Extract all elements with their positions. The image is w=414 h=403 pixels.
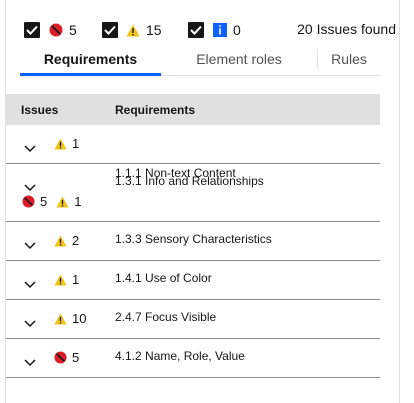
requirement-link[interactable]: 1.4.1 Use of Color [115, 271, 212, 285]
tab-rules[interactable]: Rules [318, 45, 380, 77]
warning-count: 1 [72, 136, 80, 151]
table-row[interactable]: 5 1 1.3.1 Info and Relationships [6, 164, 380, 222]
warning-icon [54, 273, 67, 286]
chevron-down-icon[interactable] [24, 140, 36, 158]
requirement-link[interactable]: 1.3.1 Info and Relationships [115, 174, 264, 188]
header-requirements: Requirements [115, 103, 196, 117]
violation-icon [54, 351, 67, 364]
violation-icon [49, 23, 63, 37]
chevron-down-icon[interactable] [24, 237, 36, 255]
view-tabs: Requirements Element roles Rules [20, 45, 380, 77]
info-icon [213, 23, 227, 37]
violation-count: 5 [40, 194, 48, 209]
filter-warnings[interactable]: 15 [102, 20, 162, 40]
table-row[interactable]: 10 2.4.7 Focus Visible [6, 300, 380, 339]
table-row[interactable]: 1 1.1.1 Non-text Content [6, 125, 380, 180]
row-issue-counts: 1 [54, 272, 88, 287]
checkbox-info[interactable] [188, 22, 204, 38]
warnings-count: 15 [146, 22, 162, 38]
warning-count: 1 [74, 194, 82, 209]
warning-count: 1 [72, 272, 80, 287]
row-issue-counts: 10 [54, 311, 95, 326]
requirement-link[interactable]: 2.4.7 Focus Visible [115, 310, 216, 324]
violation-count: 5 [72, 350, 80, 365]
requirement-link[interactable]: 1.3.3 Sensory Characteristics [115, 232, 272, 246]
tab-element-roles[interactable]: Element roles [161, 45, 317, 77]
filter-info[interactable]: 0 [188, 20, 241, 40]
table-row[interactable]: 1 1.4.1 Use of Color [6, 261, 380, 300]
violations-count: 5 [69, 22, 77, 38]
panel-right-border [399, 0, 400, 403]
requirements-table: Issues Requirements 1 1.1.1 Non-text Con… [6, 94, 380, 378]
filter-bar: 5 15 0 20 Issues found [0, 0, 414, 42]
warning-icon [54, 234, 67, 247]
checkbox-warnings[interactable] [102, 22, 118, 38]
checkbox-violations[interactable] [24, 22, 40, 38]
table-header: Issues Requirements [6, 94, 380, 125]
warning-count: 10 [72, 311, 87, 326]
header-issues: Issues [21, 103, 59, 117]
info-count: 0 [233, 22, 241, 38]
chevron-down-icon[interactable] [24, 354, 36, 372]
requirement-link[interactable]: 4.1.2 Name, Role, Value [115, 349, 245, 363]
row-issue-counts: 5 [54, 350, 88, 365]
table-row[interactable]: 2 1.3.3 Sensory Characteristics [6, 222, 380, 261]
filter-violations[interactable]: 5 [24, 20, 77, 40]
warning-count: 2 [72, 233, 80, 248]
table-row[interactable]: 5 4.1.2 Name, Role, Value [6, 339, 380, 378]
row-issue-counts: 5 1 [22, 194, 90, 209]
warning-icon [56, 195, 69, 208]
tab-baseline [161, 75, 380, 76]
violation-icon [22, 195, 35, 208]
active-tab-indicator [20, 73, 161, 76]
chevron-down-icon[interactable] [24, 276, 36, 294]
row-issue-counts: 2 [54, 233, 88, 248]
warning-icon [54, 312, 67, 325]
warning-icon [54, 137, 67, 150]
issues-found-total: 20 Issues found [297, 21, 396, 37]
chevron-down-icon[interactable] [24, 315, 36, 333]
warning-icon [126, 24, 140, 37]
row-issue-counts: 1 [54, 136, 88, 151]
